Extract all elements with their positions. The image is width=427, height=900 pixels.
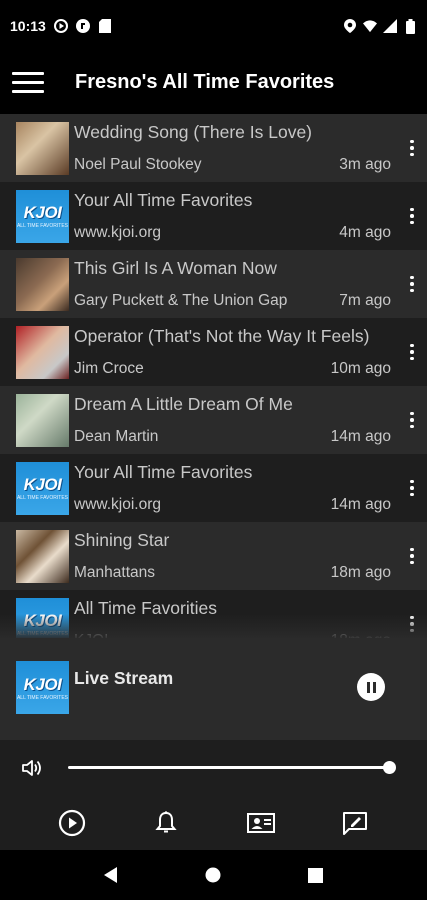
more-options-icon[interactable]: [399, 122, 425, 175]
track-time: 14m ago: [330, 495, 391, 513]
album-art: [16, 325, 69, 379]
list-item[interactable]: KJOI ALL TIME FAVORITES Your All Time Favo…: [0, 454, 427, 522]
track-time: 4m ago: [339, 223, 391, 241]
volume-slider-track[interactable]: [68, 766, 390, 769]
home-icon[interactable]: [193, 855, 233, 895]
volume-icon[interactable]: [20, 756, 44, 780]
back-icon[interactable]: [91, 855, 131, 895]
contact-card-icon[interactable]: [241, 803, 281, 843]
list-item[interactable]: Wedding Song (There Is Love) Noel Paul St…: [0, 114, 427, 182]
kjoi-logo-text: KJOI: [23, 203, 62, 222]
system-nav-bar: [0, 850, 427, 900]
track-title: Shining Star: [74, 529, 170, 550]
page-title: Fresno's All Time Favorites: [75, 70, 335, 93]
volume-bar: [0, 740, 427, 796]
track-artist: Noel Paul Stookey: [74, 155, 202, 173]
list-fade: [0, 614, 427, 640]
kjoi-logo-text: KJOI: [23, 475, 62, 494]
album-art: [16, 257, 69, 311]
station-logo: KJOIALL TIME FAVORITES: [16, 461, 69, 515]
location-icon: [343, 19, 357, 33]
more-options-icon[interactable]: [399, 462, 425, 515]
hamburger-menu-icon[interactable]: [8, 62, 48, 102]
track-info: This Girl Is A Woman Now Gary Puckett & T…: [74, 258, 399, 311]
track-artist: Gary Puckett & The Union Gap: [74, 291, 288, 309]
battery-icon: [403, 18, 417, 34]
list-item[interactable]: KJOI ALL TIME FAVORITES Your All Time Favo…: [0, 182, 427, 250]
recents-icon[interactable]: [296, 855, 336, 895]
track-time: 10m ago: [330, 359, 391, 377]
track-time: 14m ago: [330, 427, 391, 445]
album-art: [16, 393, 69, 447]
media-notification-icon: [53, 19, 68, 33]
more-options-icon[interactable]: [399, 190, 425, 243]
list-item[interactable]: Operator (That's Not the Way It Feels) Ji…: [0, 318, 427, 386]
volume-slider-thumb[interactable]: [383, 761, 396, 774]
track-info: Shining Star Manhattans 18m ago: [74, 530, 399, 583]
track-time: 18m ago: [330, 563, 391, 581]
track-info: Your All Time Favorites www.kjoi.org 4m ag…: [74, 190, 399, 243]
album-art: [16, 529, 69, 583]
more-options-icon[interactable]: [399, 394, 425, 447]
track-title: This Girl Is A Woman Now: [74, 257, 277, 278]
bell-icon[interactable]: [146, 803, 186, 843]
play-circle-icon[interactable]: [52, 803, 92, 843]
track-title: Your All Time Favorites: [74, 461, 253, 482]
message-edit-icon[interactable]: [335, 803, 375, 843]
track-time: 7m ago: [339, 291, 391, 309]
app-notification-icon: [75, 19, 90, 33]
list-item[interactable]: This Girl Is A Woman Now Gary Puckett & T…: [0, 250, 427, 318]
track-artist: Manhattans: [74, 563, 155, 581]
track-artist: www.kjoi.org: [74, 495, 161, 513]
track-title: Operator (That's Not the Way It Feels): [74, 325, 370, 346]
track-title: Dream A Little Dream Of Me: [74, 393, 293, 414]
pause-button[interactable]: [357, 673, 385, 701]
track-artist: Jim Croce: [74, 359, 144, 377]
track-title: Wedding Song (There Is Love): [74, 121, 313, 142]
track-info: Wedding Song (There Is Love) Noel Paul St…: [74, 122, 399, 175]
cell-signal-icon: [383, 19, 397, 33]
track-info: Your All Time Favorites www.kjoi.org 14m a…: [74, 462, 399, 515]
album-art: [16, 121, 69, 175]
status-time: 10:13: [10, 18, 46, 34]
track-info: Dream A Little Dream Of Me Dean Martin 14m…: [74, 394, 399, 447]
track-artist: www.kjoi.org: [74, 223, 161, 241]
sd-card-icon: [98, 19, 112, 33]
track-time: 3m ago: [339, 155, 391, 173]
status-bar: 10:13: [0, 0, 427, 52]
app-bar: Fresno's All Time Favorites: [0, 52, 427, 112]
more-options-icon[interactable]: [399, 258, 425, 311]
more-options-icon[interactable]: [399, 326, 425, 379]
track-title: Your All Time Favorites: [74, 189, 253, 210]
kjoi-logo-text: KJOI: [23, 674, 62, 694]
recently-played-list[interactable]: Wedding Song (There Is Love) Noel Paul St…: [0, 114, 427, 638]
now-playing-title: Live Stream: [74, 668, 174, 688]
bottom-nav: [0, 796, 427, 850]
list-item[interactable]: Dream A Little Dream Of Me Dean Martin 14m…: [0, 386, 427, 454]
list-item[interactable]: Shining Star Manhattans 18m ago: [0, 522, 427, 590]
wifi-icon: [363, 19, 377, 33]
track-info: Operator (That's Not the Way It Feels) Ji…: [74, 326, 399, 379]
station-logo: KJOIALL TIME FAVORITES: [16, 661, 69, 714]
more-options-icon[interactable]: [399, 530, 425, 583]
station-logo: KJOIALL TIME FAVORITES: [16, 189, 69, 243]
track-artist: Dean Martin: [74, 427, 159, 445]
